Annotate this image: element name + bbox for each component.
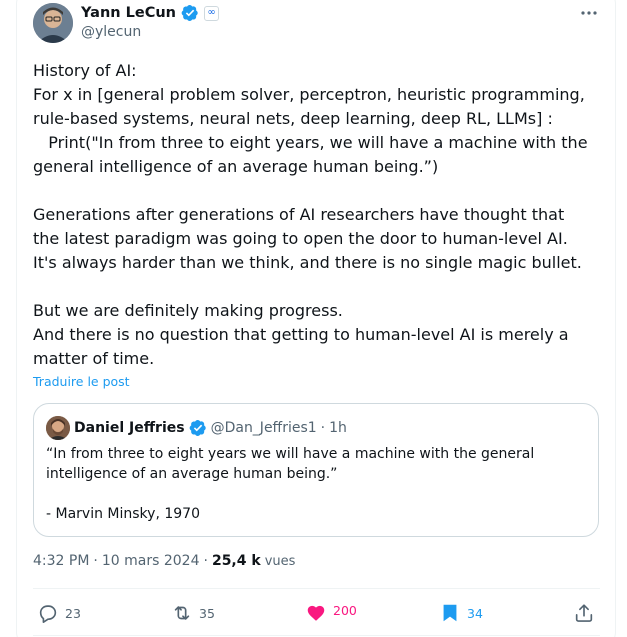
meta-separator: · [203,553,208,569]
affiliation-badge[interactable]: ∞ [204,5,220,21]
author-handle[interactable]: @ylecun [81,24,141,40]
divider [33,635,600,636]
verified-icon[interactable] [181,4,199,22]
divider [33,588,600,589]
reply-icon [39,605,57,623]
views-label[interactable]: vues [265,554,296,569]
quoted-post[interactable]: Daniel Jeffries @Dan_Jeffries1 · 1h “In … [33,403,599,537]
share-icon [575,604,593,622]
bookmark-icon [443,604,457,622]
like-button[interactable]: 200 [305,593,357,633]
quote-author-avatar[interactable] [46,416,70,440]
more-icon[interactable] [578,3,600,23]
author-avatar[interactable] [33,3,73,43]
repost-button[interactable]: 35 [171,593,215,633]
verified-icon[interactable] [189,419,207,437]
heart-icon [307,605,325,621]
quote-header: Daniel Jeffries @Dan_Jeffries1 · 1h [74,417,347,439]
quote-author-name[interactable]: Daniel Jeffries [74,420,185,436]
post-date[interactable]: 10 mars 2024 [102,553,200,569]
translate-link[interactable]: Traduire le post [33,374,130,389]
post-text: History of AI: For x in [general problem… [33,61,588,368]
post-time[interactable]: 4:32 PM [33,553,89,569]
reply-count: 23 [65,605,81,621]
author-display-name[interactable]: Yann LeCun [81,5,176,21]
quote-author-handle[interactable]: @Dan_Jeffries1 [211,420,317,436]
post-metadata: 4:32 PM · 10 mars 2024 · 25,4 k vues [33,553,295,569]
meta-separator: · [93,553,98,569]
reply-button[interactable]: 23 [37,593,81,633]
views-count[interactable]: 25,4 k [212,553,261,569]
repost-icon [174,606,190,620]
share-button[interactable] [573,593,595,633]
bookmark-button[interactable]: 34 [439,593,483,633]
action-bar: 23 35 200 34 [33,593,600,633]
quote-separator: · [320,420,326,436]
repost-count: 35 [199,605,215,621]
author-name-row: Yann LeCun ∞ [81,3,220,23]
bookmark-count: 34 [467,605,483,621]
quote-text: “In from three to eight years we will ha… [46,446,535,522]
quote-timestamp[interactable]: 1h [329,420,347,436]
like-count: 200 [333,602,357,618]
